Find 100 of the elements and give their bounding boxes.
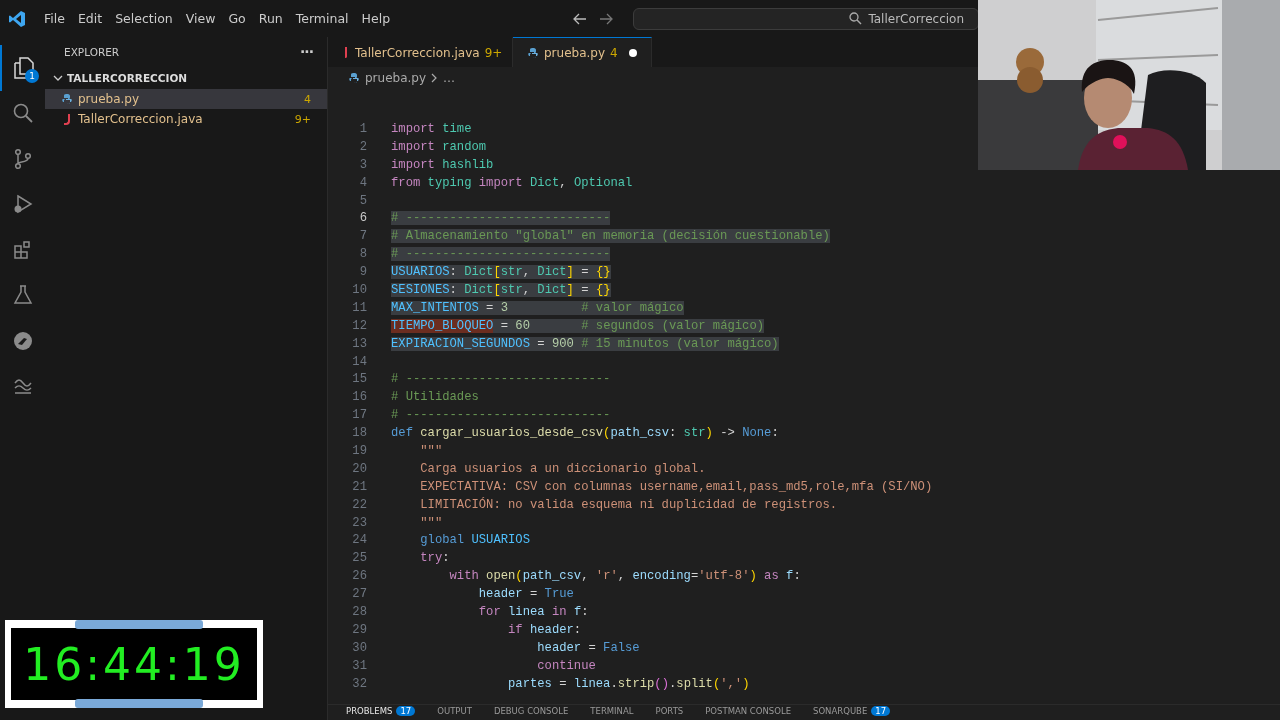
line-number: 11 (351, 300, 367, 315)
code-line: with open(path_csv, 'r', encoding='utf-8') as f: (448, 569, 801, 584)
line-number: 26 (351, 569, 367, 584)
code-line: header = False (536, 640, 640, 655)
line-number: 21 (351, 479, 367, 494)
file-name: TallerCorreccion.java (78, 112, 204, 126)
line-number: 17 (351, 408, 367, 423)
code-line: EXPECTATIVA: CSV con columnas username,email,pass_md5,role,mfa (SI/NO) (419, 479, 933, 494)
menu-item[interactable]: Run (252, 8, 289, 29)
menu-item[interactable]: Terminal (289, 8, 355, 29)
code-line: for linea in f: (477, 605, 589, 619)
problem-count: 9+ (294, 112, 311, 126)
code-line: import random (391, 139, 487, 154)
panel-tab[interactable]: PROBLEMS 17 (346, 705, 416, 718)
python-file-icon (61, 93, 73, 105)
menu-item[interactable]: Help (355, 8, 397, 29)
notification-badge: 1 (25, 68, 39, 83)
panel-tab[interactable]: DEBUG CONSOLE (493, 705, 569, 718)
line-number: 6 (358, 211, 367, 226)
line-number: 15 (351, 372, 367, 387)
line-number: 5 (358, 193, 367, 208)
line-number: 32 (351, 676, 367, 691)
tab-title: prueba.py (544, 45, 606, 60)
line-number: 28 (351, 605, 367, 619)
code-line: import time (391, 121, 472, 136)
menu-item[interactable]: Edit (71, 8, 109, 29)
code-line: header = True (477, 587, 574, 602)
line-number: 2 (358, 139, 367, 154)
tab-title: TallerCorreccion.java (355, 45, 480, 60)
menu-item[interactable]: View (179, 8, 222, 29)
line-number: 3 (358, 157, 367, 172)
breadcrumb-item[interactable]: … (443, 71, 456, 85)
file-name: prueba.py (78, 92, 141, 106)
folder-row[interactable]: TALLERCORRECCION (45, 67, 327, 89)
clock-display: 16:44:19 (11, 628, 257, 700)
explorer-entry[interactable]: TallerCorreccion.java 9+ (45, 109, 327, 129)
menu-item[interactable]: Selection (109, 8, 179, 29)
code-line: """ (419, 515, 443, 530)
line-number: 31 (351, 658, 367, 673)
line-number: 14 (351, 354, 367, 369)
code-line: LIMITACIÓN: no valida esquema ni duplicidad de registros. (419, 497, 838, 512)
code-line: # ---------------------------- (391, 372, 611, 387)
line-number: 27 (351, 587, 367, 602)
code-line: continue (536, 658, 596, 673)
code-line: global USUARIOS (419, 533, 530, 548)
line-number: 7 (358, 229, 367, 244)
problem-count: 9+ (484, 45, 503, 60)
line-number: 19 (351, 443, 367, 458)
line-number: 16 (351, 390, 367, 405)
line-number: 23 (351, 515, 367, 530)
forward-arrow-icon[interactable] (599, 12, 614, 25)
panel-tab[interactable]: PORTS (655, 705, 684, 718)
menu-item[interactable]: Go (222, 8, 252, 29)
problem-count: 4 (304, 92, 311, 106)
line-number: 4 (358, 175, 367, 190)
line-number: 29 (351, 622, 367, 637)
explorer-title: EXPLORER (64, 46, 120, 58)
panel-tab[interactable]: OUTPUT (437, 705, 472, 718)
explorer-entry[interactable]: prueba.py 4 (45, 89, 327, 109)
line-number: 30 (351, 640, 367, 655)
breadcrumb-item[interactable]: prueba.py (365, 71, 427, 85)
back-arrow-icon[interactable] (573, 12, 588, 25)
code-line: def cargar_usuarios_desde_csv(path_csv: str) -> None: (391, 426, 779, 441)
flask-icon[interactable] (11, 284, 34, 307)
line-number: 1 (358, 121, 367, 136)
editor-tab[interactable]: prueba.py 4 (513, 37, 652, 67)
code-line: # ---------------------------- (391, 408, 611, 423)
more-actions-button[interactable]: ··· (300, 44, 313, 60)
code-line: import hashlib (391, 157, 494, 172)
round-tool-icon[interactable] (11, 329, 34, 352)
chevron-right-icon (431, 73, 439, 83)
problem-count: 4 (610, 45, 618, 60)
code-line: partes = linea.strip().split(',') (507, 676, 750, 691)
workspace-title: TallerCorreccion (868, 11, 965, 26)
line-number: 22 (351, 497, 367, 512)
line-number: 9 (358, 265, 367, 280)
line-number: 10 (351, 282, 367, 297)
editor-logo-icon (8, 9, 26, 28)
python-file-icon (348, 72, 360, 84)
code-line: Carga usuarios a un diccionario global. (419, 461, 706, 476)
code-line: # Utilidades (391, 390, 479, 405)
code-line: if header: (507, 622, 582, 637)
line-number: 18 (351, 426, 367, 441)
line-number: 13 (351, 336, 367, 351)
panel-tab[interactable]: TERMINAL (590, 705, 634, 718)
line-number: 24 (351, 533, 367, 548)
line-number: 20 (351, 461, 367, 476)
menu-item[interactable]: File (38, 8, 71, 29)
line-number: 12 (351, 318, 367, 333)
search-icon[interactable] (11, 102, 34, 125)
python-file-icon (527, 46, 539, 59)
code-line: try: (419, 551, 450, 566)
panel-tab[interactable]: SONARQUBE 17 (813, 705, 891, 718)
line-number: 8 (358, 247, 367, 262)
code-line: from typing import Dict, Optional (391, 175, 633, 190)
files-icon[interactable] (11, 55, 36, 80)
command-center[interactable]: TallerCorreccion (633, 7, 980, 30)
panel-tab[interactable]: POSTMAN CONSOLE (705, 705, 792, 718)
search-icon (849, 12, 863, 25)
folder-name: TALLERCORRECCION (67, 72, 188, 84)
